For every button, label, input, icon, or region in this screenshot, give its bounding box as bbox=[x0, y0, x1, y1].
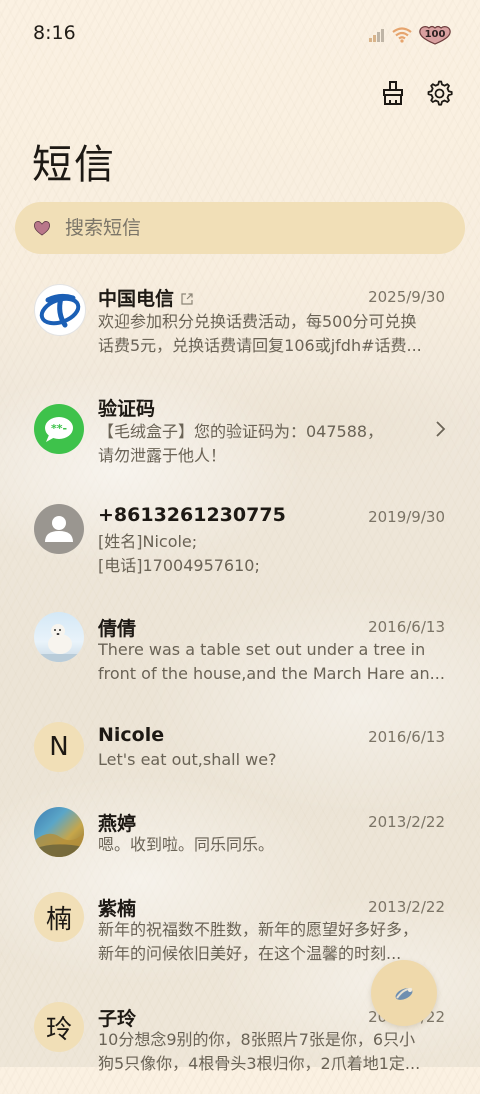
external-link-icon bbox=[181, 293, 193, 305]
message-preview-line1: 欢迎参加积分兑换话费活动，每500分可兑换 bbox=[98, 312, 417, 331]
avatar: 玲 bbox=[34, 1002, 84, 1052]
scenery-photo-icon bbox=[34, 833, 84, 857]
person-placeholder-icon bbox=[45, 516, 73, 542]
fab-compose-icon bbox=[395, 987, 413, 1000]
message-preview-line2: [电话]17004957610; bbox=[98, 556, 260, 575]
china-telecom-logo-icon bbox=[39, 293, 81, 328]
sender-name: 倩倩 bbox=[98, 618, 137, 640]
search-input[interactable] bbox=[63, 216, 427, 240]
sender-name: Nicole bbox=[98, 724, 165, 746]
message-preview-line2: 狗5只像你，4根骨头3根归你，2爪着地1定... bbox=[98, 1054, 421, 1073]
svg-text:**-: **- bbox=[51, 422, 67, 435]
message-date: 2016/6/13 bbox=[368, 618, 445, 636]
heart-icon bbox=[34, 221, 50, 236]
avatar bbox=[34, 504, 84, 554]
message-item[interactable]: 中国电信 2025/9/30 欢迎参加积分兑换话费活动，每500分可兑换 话费5… bbox=[0, 272, 480, 372]
message-preview-line1: 【毛绒盒子】您的验证码为：047588， bbox=[98, 422, 384, 441]
avatar: 楠 bbox=[34, 892, 84, 942]
avatar: **- bbox=[34, 404, 84, 454]
message-date: 2019/9/30 bbox=[368, 508, 445, 526]
sender-name: 子玲 bbox=[98, 1008, 137, 1030]
message-preview-line2: front of the house,and the March Hare an… bbox=[98, 664, 445, 683]
message-preview-line1: 嗯。收到啦。同乐同乐。 bbox=[98, 835, 275, 854]
message-date: 2013/2/22 bbox=[368, 898, 445, 916]
battery-icon: 100 bbox=[418, 25, 452, 45]
avatar bbox=[34, 612, 84, 662]
message-preview-line1: 10分想念9别的你，8张照片7张是你，6只小 bbox=[98, 1030, 416, 1049]
search-bar[interactable] bbox=[15, 202, 465, 254]
sms-bubble-icon: **- bbox=[45, 417, 73, 442]
message-preview-line1: [姓名]Nicole; bbox=[98, 532, 198, 551]
clean-button[interactable] bbox=[378, 78, 408, 108]
status-bar: 8:16 100 bbox=[0, 0, 480, 68]
page-title: 短信 bbox=[32, 142, 116, 188]
status-time: 8:16 bbox=[33, 22, 76, 44]
status-icons: 100 bbox=[368, 24, 452, 46]
message-preview-line1: 新年的祝福数不胜数，新年的愿望好多好多， bbox=[98, 920, 419, 939]
sender-name: +8613261230775 bbox=[98, 504, 286, 526]
message-item[interactable]: **- 验证码 【毛绒盒子】您的验证码为：047588， 请勿泄露于他人！ bbox=[0, 382, 480, 482]
message-item[interactable]: +8613261230775 2019/9/30 [姓名]Nicole; [电话… bbox=[0, 492, 480, 592]
sender-name: 中国电信 bbox=[98, 284, 194, 311]
signal-icon bbox=[369, 29, 384, 42]
message-date: 2016/6/13 bbox=[368, 728, 445, 746]
avatar bbox=[34, 807, 84, 857]
message-item[interactable]: 倩倩 2016/6/13 There was a table set out u… bbox=[0, 602, 480, 702]
wifi-icon bbox=[392, 27, 412, 43]
sender-name: 燕婷 bbox=[98, 813, 137, 835]
sender-name: 紫楠 bbox=[98, 898, 137, 920]
chevron-right-icon bbox=[436, 421, 446, 437]
message-preview-line2: 话费5元，兑换话费请回复106或jfdh#话费... bbox=[98, 336, 422, 355]
message-preview-line2: 请勿泄露于他人！ bbox=[98, 446, 227, 465]
polar-bear-photo-icon bbox=[34, 624, 84, 662]
compose-button[interactable] bbox=[371, 960, 437, 1026]
message-date: 2025/9/30 bbox=[368, 288, 445, 306]
avatar bbox=[34, 284, 86, 336]
avatar: N bbox=[34, 722, 84, 772]
settings-button[interactable] bbox=[424, 78, 454, 108]
toolbar bbox=[378, 78, 454, 108]
settings-gear-icon bbox=[427, 80, 453, 106]
sender-name: 验证码 bbox=[98, 398, 156, 420]
battery-level: 100 bbox=[424, 29, 446, 40]
message-preview-line1: Let's eat out,shall we? bbox=[98, 750, 277, 769]
message-preview-line1: There was a table set out under a tree i… bbox=[98, 640, 426, 659]
message-item[interactable]: 燕婷 2013/2/22 嗯。收到啦。同乐同乐。 bbox=[0, 797, 480, 897]
clean-brush-icon bbox=[383, 81, 403, 105]
message-date: 2013/2/22 bbox=[368, 813, 445, 831]
